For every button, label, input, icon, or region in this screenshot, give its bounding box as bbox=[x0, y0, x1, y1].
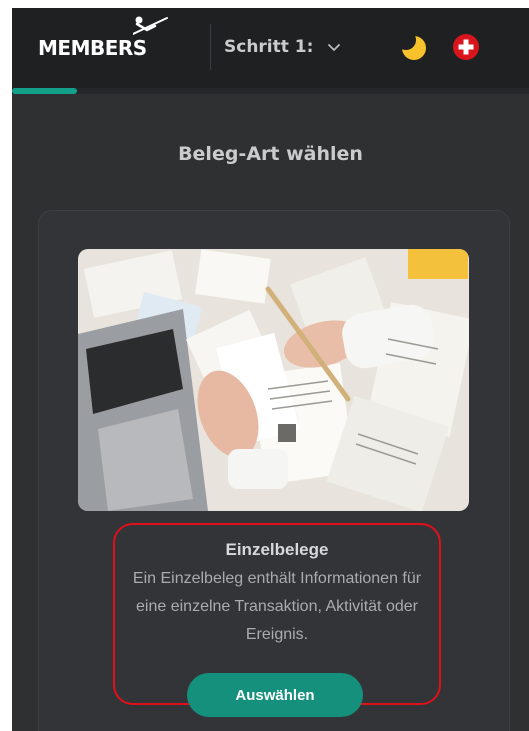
progress-bar-fill bbox=[12, 88, 77, 94]
progress-bar bbox=[12, 88, 529, 94]
header-divider bbox=[210, 24, 211, 70]
rower-figure-icon bbox=[133, 16, 168, 35]
logo-text: MEMBERS bbox=[38, 36, 147, 60]
moon-icon[interactable] bbox=[399, 33, 429, 63]
card-description: Ein Einzelbeleg enthält Informationen fü… bbox=[132, 570, 422, 643]
receipt-type-card: Einzelbelege Ein Einzelbeleg enthält Inf… bbox=[38, 210, 510, 731]
swiss-flag-icon[interactable] bbox=[452, 33, 480, 61]
receipts-photo bbox=[78, 249, 469, 511]
members-logo[interactable]: MEMBERS bbox=[38, 16, 168, 66]
top-bar: MEMBERS Schritt 1: bbox=[12, 8, 529, 88]
chevron-down-icon bbox=[328, 44, 341, 51]
step-select[interactable]: Schritt 1: bbox=[224, 32, 341, 62]
app-window: MEMBERS Schritt 1: Beleg-Art wählen Einz… bbox=[12, 8, 529, 731]
step-select-label: Schritt 1: bbox=[224, 37, 314, 57]
page-title: Beleg-Art wählen bbox=[178, 143, 363, 165]
card-info-highlight: Einzelbelege Ein Einzelbeleg enthält Inf… bbox=[113, 523, 441, 717]
select-button[interactable]: Auswählen bbox=[187, 673, 363, 717]
card-title: Einzelbelege bbox=[225, 540, 329, 559]
